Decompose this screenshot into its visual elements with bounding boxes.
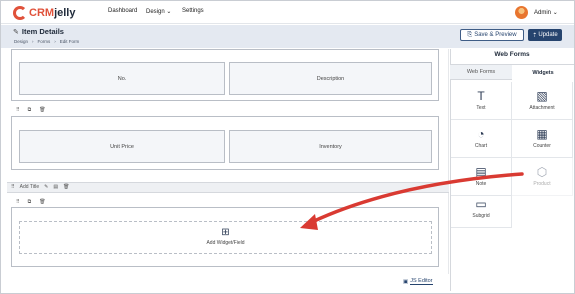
drag-annotation-arrow [300, 172, 524, 230]
